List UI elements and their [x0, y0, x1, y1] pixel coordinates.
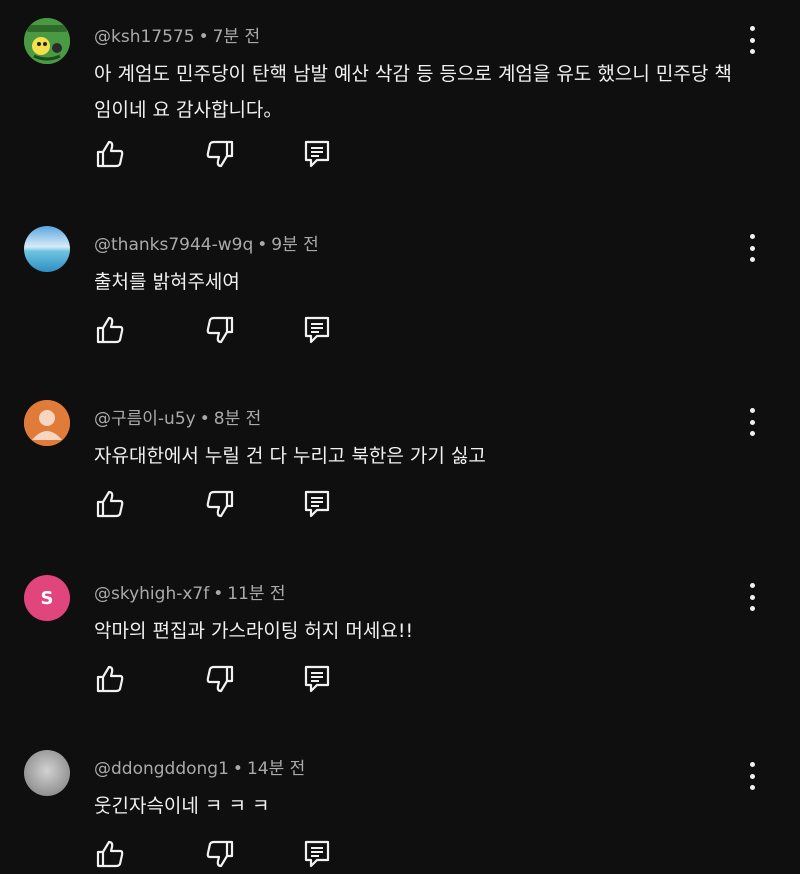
- thumbs-up-icon[interactable]: [94, 314, 126, 346]
- comment-time[interactable]: 7분 전: [213, 27, 261, 47]
- comment-author[interactable]: @ddongddong1: [94, 759, 229, 779]
- more-vertical-icon[interactable]: [744, 234, 760, 262]
- avatar-image: [24, 750, 70, 796]
- thumbs-down-icon[interactable]: [204, 663, 236, 695]
- comment-meta: @thanks7944-w9q • 9분 전: [94, 230, 319, 255]
- avatar[interactable]: S: [24, 575, 70, 621]
- comment-time[interactable]: 9분 전: [271, 235, 319, 255]
- comment-author[interactable]: @ksh17575: [94, 27, 195, 47]
- avatar[interactable]: [24, 400, 70, 446]
- meta-separator: •: [199, 409, 210, 429]
- meta-separator: •: [198, 27, 209, 47]
- thumbs-down-icon[interactable]: [204, 314, 236, 346]
- thumbs-down-icon[interactable]: [204, 488, 236, 520]
- avatar-image: [24, 18, 70, 64]
- reply-icon[interactable]: [301, 488, 333, 520]
- comment-meta: @ksh17575 • 7분 전: [94, 22, 260, 47]
- reply-icon[interactable]: [301, 314, 333, 346]
- comment-time[interactable]: 8분 전: [214, 409, 262, 429]
- more-vertical-icon[interactable]: [744, 583, 760, 611]
- comment-author[interactable]: @skyhigh-x7f: [94, 584, 209, 604]
- comment-author[interactable]: @구름이-u5y: [94, 409, 196, 429]
- comment-time[interactable]: 14분 전: [247, 759, 305, 779]
- comment-actions: [94, 138, 354, 172]
- reply-icon[interactable]: [301, 838, 333, 870]
- meta-separator: •: [213, 584, 224, 604]
- comment-text: 웃긴자슥이네 ㅋ ㅋ ㅋ: [94, 795, 270, 817]
- reply-icon[interactable]: [301, 663, 333, 695]
- comment-actions: [94, 488, 354, 522]
- avatar[interactable]: [24, 750, 70, 796]
- thumbs-up-icon[interactable]: [94, 138, 126, 170]
- comment-meta: @skyhigh-x7f • 11분 전: [94, 579, 286, 604]
- comment-text: 출처를 밝혀주세여: [94, 271, 240, 293]
- comment-author[interactable]: @thanks7944-w9q: [94, 235, 253, 255]
- thumbs-up-icon[interactable]: [94, 838, 126, 870]
- comment-actions: [94, 314, 354, 348]
- avatar-letter: S: [40, 587, 54, 609]
- more-vertical-icon[interactable]: [744, 26, 760, 54]
- comment-text: 아 계엄도 민주당이 탄핵 남발 예산 삭감 등 등으로 계엄을 유도 했으니 …: [94, 63, 732, 121]
- default-avatar-icon: [24, 400, 70, 446]
- thumbs-up-icon[interactable]: [94, 488, 126, 520]
- more-vertical-icon[interactable]: [744, 762, 760, 790]
- thumbs-down-icon[interactable]: [204, 138, 236, 170]
- thumbs-down-icon[interactable]: [204, 838, 236, 870]
- comment-text: 자유대한에서 누릴 건 다 누리고 북한은 가기 싫고: [94, 445, 486, 467]
- avatar-image: [24, 226, 70, 272]
- comment-time[interactable]: 11분 전: [227, 584, 285, 604]
- comment-meta: @ddongddong1 • 14분 전: [94, 754, 305, 779]
- comment-text: 악마의 편집과 가스라이팅 허지 머세요!!: [94, 620, 414, 642]
- comment-actions: [94, 663, 354, 697]
- comment-meta: @구름이-u5y • 8분 전: [94, 404, 261, 429]
- thumbs-up-icon[interactable]: [94, 663, 126, 695]
- avatar[interactable]: [24, 226, 70, 272]
- meta-separator: •: [232, 759, 243, 779]
- avatar[interactable]: [24, 18, 70, 64]
- reply-icon[interactable]: [301, 138, 333, 170]
- meta-separator: •: [257, 235, 268, 255]
- more-vertical-icon[interactable]: [744, 408, 760, 436]
- comment-actions: [94, 838, 354, 872]
